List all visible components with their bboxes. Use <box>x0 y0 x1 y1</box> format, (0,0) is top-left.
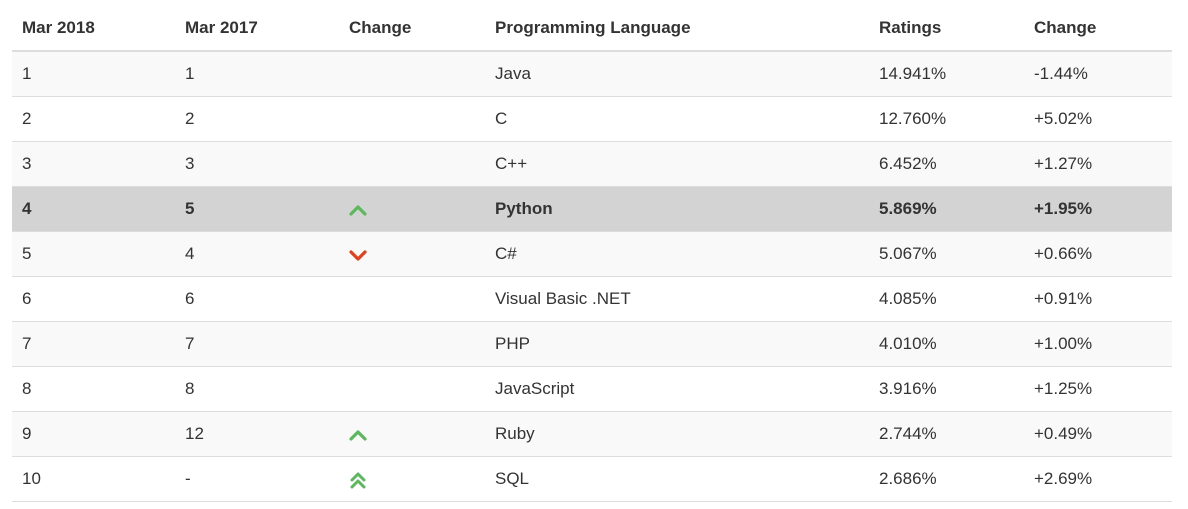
table-row: 1 1 Java 14.941% -1.44% <box>12 50 1172 97</box>
trend-cell <box>339 186 485 232</box>
rank-2018-cell: 4 <box>12 186 175 232</box>
ratings-cell: 2.686% <box>869 456 1024 502</box>
table-row: 9 12 Ruby 2.744% +0.49% <box>12 411 1172 457</box>
rank-2018-cell: 8 <box>12 366 175 412</box>
change-percent-cell: +2.69% <box>1024 456 1172 502</box>
rank-2017-cell: 4 <box>175 231 339 277</box>
header-change-percent: Change <box>1024 6 1172 52</box>
rank-2017-cell: 7 <box>175 321 339 367</box>
change-percent-cell: +0.91% <box>1024 276 1172 322</box>
rank-2017-cell: 3 <box>175 141 339 187</box>
trend-cell <box>339 456 485 502</box>
language-cell: C <box>485 96 869 142</box>
trend-cell <box>339 141 485 187</box>
chevron-up-icon <box>349 429 367 441</box>
change-percent-cell: +1.27% <box>1024 141 1172 187</box>
ratings-cell: 14.941% <box>869 50 1024 97</box>
rank-2018-cell: 1 <box>12 50 175 97</box>
language-cell: SQL <box>485 456 869 502</box>
header-mar-2017: Mar 2017 <box>175 6 339 52</box>
language-cell: Java <box>485 50 869 97</box>
table-row: 10- SQL 2.686% +2.69% <box>12 456 1172 502</box>
ratings-cell: 5.067% <box>869 231 1024 277</box>
header-mar-2018: Mar 2018 <box>12 6 175 52</box>
double-chevron-up-icon <box>349 471 367 489</box>
ranking-table: Mar 2018 Mar 2017 Change Programming Lan… <box>12 6 1172 502</box>
change-percent-cell: +1.95% <box>1024 186 1172 232</box>
ratings-cell: 4.085% <box>869 276 1024 322</box>
chevron-down-icon <box>349 249 367 261</box>
chevron-up-icon <box>349 204 367 216</box>
table-row: 3 3 C++ 6.452% +1.27% <box>12 141 1172 187</box>
header-change: Change <box>339 6 485 52</box>
table-row: 2 2 C 12.760% +5.02% <box>12 96 1172 142</box>
table-header-row: Mar 2018 Mar 2017 Change Programming Lan… <box>12 6 1172 52</box>
rank-2017-cell: 5 <box>175 186 339 232</box>
rank-2018-cell: 9 <box>12 411 175 457</box>
ratings-cell: 4.010% <box>869 321 1024 367</box>
rank-2017-cell: 6 <box>175 276 339 322</box>
language-cell: JavaScript <box>485 366 869 412</box>
change-percent-cell: +0.66% <box>1024 231 1172 277</box>
ranking-table-container: Mar 2018 Mar 2017 Change Programming Lan… <box>12 6 1172 502</box>
change-percent-cell: +1.00% <box>1024 321 1172 367</box>
trend-cell <box>339 231 485 277</box>
language-cell: Visual Basic .NET <box>485 276 869 322</box>
change-percent-cell: +1.25% <box>1024 366 1172 412</box>
change-percent-cell: +0.49% <box>1024 411 1172 457</box>
language-cell: Ruby <box>485 411 869 457</box>
rank-2017-cell: 1 <box>175 50 339 97</box>
change-percent-cell: +5.02% <box>1024 96 1172 142</box>
rank-2018-cell: 2 <box>12 96 175 142</box>
table-row: 4 5 Python 5.869% +1.95% <box>12 186 1172 232</box>
header-ratings: Ratings <box>869 6 1024 52</box>
trend-cell <box>339 276 485 322</box>
trend-cell <box>339 96 485 142</box>
ratings-cell: 6.452% <box>869 141 1024 187</box>
language-cell: PHP <box>485 321 869 367</box>
trend-cell <box>339 50 485 97</box>
ratings-cell: 2.744% <box>869 411 1024 457</box>
language-cell: C++ <box>485 141 869 187</box>
rank-2017-cell: 8 <box>175 366 339 412</box>
change-percent-cell: -1.44% <box>1024 50 1172 97</box>
trend-cell <box>339 321 485 367</box>
language-cell: C# <box>485 231 869 277</box>
ratings-cell: 12.760% <box>869 96 1024 142</box>
rank-2018-cell: 3 <box>12 141 175 187</box>
ratings-cell: 3.916% <box>869 366 1024 412</box>
table-row: 5 4 C# 5.067% +0.66% <box>12 231 1172 277</box>
header-programming-language: Programming Language <box>485 6 869 52</box>
rank-2018-cell: 10 <box>12 456 175 502</box>
table-row: 8 8 JavaScript 3.916% +1.25% <box>12 366 1172 412</box>
language-cell: Python <box>485 186 869 232</box>
rank-2017-cell: 2 <box>175 96 339 142</box>
table-row: 7 7 PHP 4.010% +1.00% <box>12 321 1172 367</box>
ratings-cell: 5.869% <box>869 186 1024 232</box>
rank-2018-cell: 7 <box>12 321 175 367</box>
rank-2017-cell: - <box>175 456 339 502</box>
rank-2018-cell: 5 <box>12 231 175 277</box>
rank-2018-cell: 6 <box>12 276 175 322</box>
table-row: 6 6 Visual Basic .NET 4.085% +0.91% <box>12 276 1172 322</box>
table-body: 1 1 Java 14.941% -1.44% 2 2 C 12.760% +5.02% 3 3 C++… <box>12 50 1172 502</box>
trend-cell <box>339 411 485 457</box>
rank-2017-cell: 12 <box>175 411 339 457</box>
trend-cell <box>339 366 485 412</box>
